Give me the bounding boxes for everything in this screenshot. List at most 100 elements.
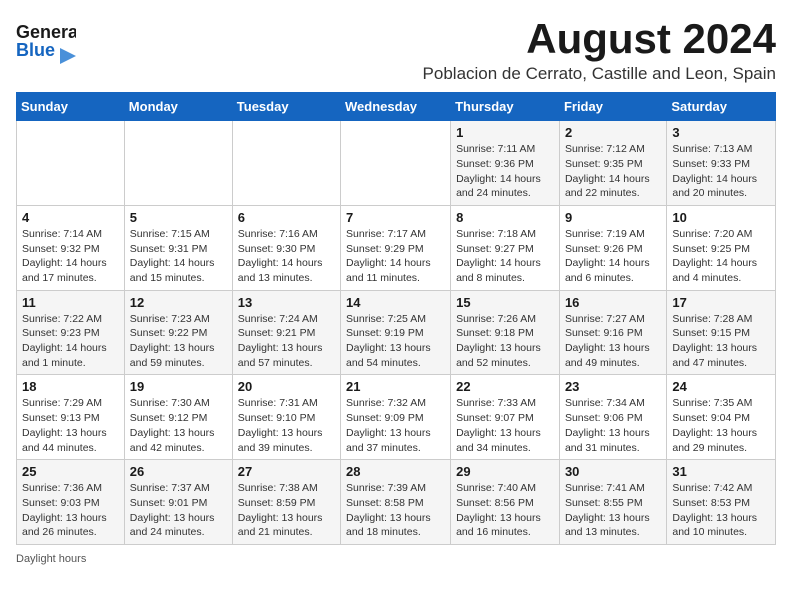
day-info: Sunrise: 7:25 AMSunset: 9:19 PMDaylight:… — [346, 312, 445, 371]
page-header: General Blue August 2024 Poblacion de Ce… — [16, 16, 776, 84]
day-number: 29 — [456, 464, 554, 479]
calendar-day-cell: 12 Sunrise: 7:23 AMSunset: 9:22 PMDayligh… — [124, 290, 232, 375]
day-number: 21 — [346, 379, 445, 394]
title-block: August 2024 Poblacion de Cerrato, Castil… — [423, 16, 776, 84]
day-number: 7 — [346, 210, 445, 225]
day-number: 24 — [672, 379, 770, 394]
day-number: 19 — [130, 379, 227, 394]
day-info: Sunrise: 7:15 AMSunset: 9:31 PMDaylight:… — [130, 227, 227, 286]
logo: General Blue — [16, 16, 80, 69]
calendar-week-row: 18Sunrise: 7:29 AMSunset: 9:13 PMDayligh… — [17, 375, 776, 460]
month-title: August 2024 — [423, 16, 776, 62]
calendar-body: 1 Sunrise: 7:11 AMSunset: 9:36 PMDaylight… — [17, 121, 776, 545]
calendar-day-cell: 21Sunrise: 7:32 AMSunset: 9:09 PMDayligh… — [341, 375, 451, 460]
day-info: Sunrise: 7:29 AMSunset: 9:13 PMDaylight:… — [22, 396, 119, 455]
day-info: Sunrise: 7:14 AMSunset: 9:32 PMDaylight:… — [22, 227, 119, 286]
calendar-day-cell: 1 Sunrise: 7:11 AMSunset: 9:36 PMDaylight… — [451, 121, 560, 206]
day-info: Sunrise: 7:23 AMSunset: 9:22 PMDaylight:… — [130, 312, 227, 371]
logo-icon: General Blue — [16, 16, 76, 69]
day-info: Sunrise: 7:33 AMSunset: 9:07 PMDaylight:… — [456, 396, 554, 455]
day-number: 30 — [565, 464, 661, 479]
calendar-week-row: 11 Sunrise: 7:22 AMSunset: 9:23 PMDayligh… — [17, 290, 776, 375]
calendar-day-cell: 8 Sunrise: 7:18 AMSunset: 9:27 PMDaylight… — [451, 205, 560, 290]
daylight-label: Daylight hours — [16, 553, 86, 565]
calendar-day-cell: 28 Sunrise: 7:39 AMSunset: 8:58 PMDayligh… — [341, 460, 451, 545]
svg-text:General: General — [16, 22, 76, 42]
calendar-day-cell: 15 Sunrise: 7:26 AMSunset: 9:18 PMDayligh… — [451, 290, 560, 375]
calendar-day-cell: 31Sunrise: 7:42 AMSunset: 8:53 PMDayligh… — [667, 460, 776, 545]
day-number: 23 — [565, 379, 661, 394]
calendar-day-cell: 30 Sunrise: 7:41 AMSunset: 8:55 PMDayligh… — [559, 460, 666, 545]
footer-note: Daylight hours — [16, 553, 776, 565]
day-number: 22 — [456, 379, 554, 394]
day-info: Sunrise: 7:37 AMSunset: 9:01 PMDaylight:… — [130, 481, 227, 540]
day-number: 10 — [672, 210, 770, 225]
svg-text:Blue: Blue — [16, 40, 55, 60]
day-number: 13 — [238, 295, 335, 310]
calendar-week-row: 25Sunrise: 7:36 AMSunset: 9:03 PMDayligh… — [17, 460, 776, 545]
day-info: Sunrise: 7:26 AMSunset: 9:18 PMDaylight:… — [456, 312, 554, 371]
calendar-day-cell: 11 Sunrise: 7:22 AMSunset: 9:23 PMDayligh… — [17, 290, 125, 375]
day-info: Sunrise: 7:18 AMSunset: 9:27 PMDaylight:… — [456, 227, 554, 286]
day-info: Sunrise: 7:22 AMSunset: 9:23 PMDaylight:… — [22, 312, 119, 371]
calendar-day-cell: 6Sunrise: 7:16 AMSunset: 9:30 PMDaylight… — [232, 205, 340, 290]
day-info: Sunrise: 7:11 AMSunset: 9:36 PMDaylight:… — [456, 142, 554, 201]
calendar-day-cell: 4 Sunrise: 7:14 AMSunset: 9:32 PMDaylight… — [17, 205, 125, 290]
calendar-day-cell: 25Sunrise: 7:36 AMSunset: 9:03 PMDayligh… — [17, 460, 125, 545]
day-number: 1 — [456, 125, 554, 140]
day-number: 28 — [346, 464, 445, 479]
day-info: Sunrise: 7:20 AMSunset: 9:25 PMDaylight:… — [672, 227, 770, 286]
calendar-day-cell: 9 Sunrise: 7:19 AMSunset: 9:26 PMDaylight… — [559, 205, 666, 290]
day-number: 27 — [238, 464, 335, 479]
calendar-day-cell — [232, 121, 340, 206]
calendar-day-cell: 27 Sunrise: 7:38 AMSunset: 8:59 PMDayligh… — [232, 460, 340, 545]
day-info: Sunrise: 7:27 AMSunset: 9:16 PMDaylight:… — [565, 312, 661, 371]
day-info: Sunrise: 7:30 AMSunset: 9:12 PMDaylight:… — [130, 396, 227, 455]
day-info: Sunrise: 7:19 AMSunset: 9:26 PMDaylight:… — [565, 227, 661, 286]
calendar-day-cell: 19 Sunrise: 7:30 AMSunset: 9:12 PMDayligh… — [124, 375, 232, 460]
day-info: Sunrise: 7:34 AMSunset: 9:06 PMDaylight:… — [565, 396, 661, 455]
day-info: Sunrise: 7:40 AMSunset: 8:56 PMDaylight:… — [456, 481, 554, 540]
day-info: Sunrise: 7:38 AMSunset: 8:59 PMDaylight:… — [238, 481, 335, 540]
calendar-day-cell — [17, 121, 125, 206]
day-number: 5 — [130, 210, 227, 225]
weekday-header-cell: Friday — [559, 93, 666, 121]
day-info: Sunrise: 7:39 AMSunset: 8:58 PMDaylight:… — [346, 481, 445, 540]
day-info: Sunrise: 7:28 AMSunset: 9:15 PMDaylight:… — [672, 312, 770, 371]
day-number: 14 — [346, 295, 445, 310]
calendar-day-cell: 29 Sunrise: 7:40 AMSunset: 8:56 PMDayligh… — [451, 460, 560, 545]
day-number: 12 — [130, 295, 227, 310]
weekday-header-cell: Monday — [124, 93, 232, 121]
day-info: Sunrise: 7:16 AMSunset: 9:30 PMDaylight:… — [238, 227, 335, 286]
day-number: 8 — [456, 210, 554, 225]
day-info: Sunrise: 7:17 AMSunset: 9:29 PMDaylight:… — [346, 227, 445, 286]
calendar-day-cell — [124, 121, 232, 206]
day-number: 15 — [456, 295, 554, 310]
day-number: 11 — [22, 295, 119, 310]
calendar-day-cell: 2Sunrise: 7:12 AMSunset: 9:35 PMDaylight… — [559, 121, 666, 206]
day-number: 31 — [672, 464, 770, 479]
day-info: Sunrise: 7:35 AMSunset: 9:04 PMDaylight:… — [672, 396, 770, 455]
day-info: Sunrise: 7:12 AMSunset: 9:35 PMDaylight:… — [565, 142, 661, 201]
calendar-day-cell: 26Sunrise: 7:37 AMSunset: 9:01 PMDayligh… — [124, 460, 232, 545]
day-number: 20 — [238, 379, 335, 394]
day-number: 17 — [672, 295, 770, 310]
weekday-header-cell: Wednesday — [341, 93, 451, 121]
day-number: 4 — [22, 210, 119, 225]
calendar-day-cell: 13Sunrise: 7:24 AMSunset: 9:21 PMDayligh… — [232, 290, 340, 375]
calendar-day-cell: 16Sunrise: 7:27 AMSunset: 9:16 PMDayligh… — [559, 290, 666, 375]
calendar-week-row: 4 Sunrise: 7:14 AMSunset: 9:32 PMDaylight… — [17, 205, 776, 290]
calendar-day-cell — [341, 121, 451, 206]
calendar-day-cell: 22 Sunrise: 7:33 AMSunset: 9:07 PMDayligh… — [451, 375, 560, 460]
day-number: 3 — [672, 125, 770, 140]
weekday-header-cell: Sunday — [17, 93, 125, 121]
day-number: 9 — [565, 210, 661, 225]
day-info: Sunrise: 7:41 AMSunset: 8:55 PMDaylight:… — [565, 481, 661, 540]
location-title: Poblacion de Cerrato, Castille and Leon,… — [423, 64, 776, 84]
calendar-day-cell: 7 Sunrise: 7:17 AMSunset: 9:29 PMDaylight… — [341, 205, 451, 290]
day-info: Sunrise: 7:36 AMSunset: 9:03 PMDaylight:… — [22, 481, 119, 540]
calendar-day-cell: 3 Sunrise: 7:13 AMSunset: 9:33 PMDaylight… — [667, 121, 776, 206]
calendar-day-cell: 20Sunrise: 7:31 AMSunset: 9:10 PMDayligh… — [232, 375, 340, 460]
weekday-header-cell: Tuesday — [232, 93, 340, 121]
day-info: Sunrise: 7:13 AMSunset: 9:33 PMDaylight:… — [672, 142, 770, 201]
